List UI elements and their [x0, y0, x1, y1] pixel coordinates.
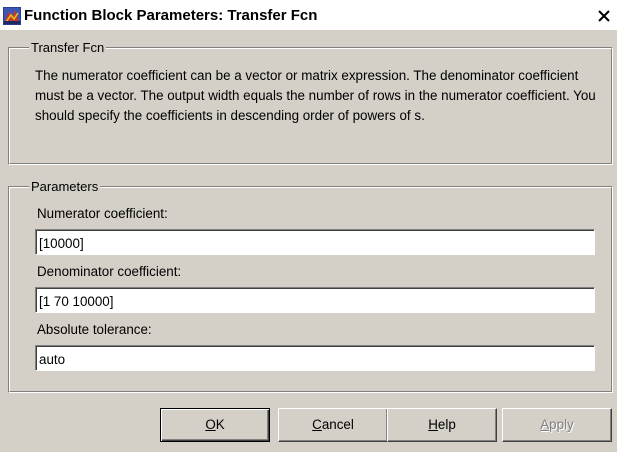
help-button[interactable]: Help: [387, 408, 497, 442]
denominator-input[interactable]: [35, 287, 595, 313]
parameters-group-legend: Parameters: [29, 179, 101, 194]
help-mnemonic: H: [428, 417, 438, 432]
ok-button[interactable]: OK: [160, 408, 270, 442]
close-icon[interactable]: [596, 8, 612, 24]
window-title: Function Block Parameters: Transfer Fcn: [24, 7, 318, 24]
cancel-mnemonic: C: [312, 417, 322, 432]
ok-label-rest: K: [215, 417, 225, 432]
numerator-input[interactable]: [35, 229, 595, 255]
denominator-label: Denominator coefficient:: [37, 264, 182, 279]
block-description: The numerator coefficient can be a vecto…: [35, 68, 596, 123]
apply-button[interactable]: Apply: [502, 408, 612, 442]
tolerance-input[interactable]: [35, 345, 595, 371]
cancel-label-rest: ancel: [321, 417, 354, 432]
dialog-window: Function Block Parameters: Transfer Fcn …: [0, 0, 617, 452]
cancel-button[interactable]: Cancel: [278, 408, 388, 442]
apply-label-rest: pply: [549, 417, 574, 432]
simulink-block-icon: [3, 7, 21, 25]
block-group-legend: Transfer Fcn: [29, 40, 107, 55]
apply-mnemonic: A: [540, 417, 550, 432]
tolerance-label: Absolute tolerance:: [37, 322, 152, 337]
ok-mnemonic: O: [205, 417, 216, 432]
help-label-rest: elp: [437, 417, 456, 432]
numerator-label: Numerator coefficient:: [37, 206, 168, 221]
title-bar[interactable]: Function Block Parameters: Transfer Fcn: [0, 0, 617, 30]
